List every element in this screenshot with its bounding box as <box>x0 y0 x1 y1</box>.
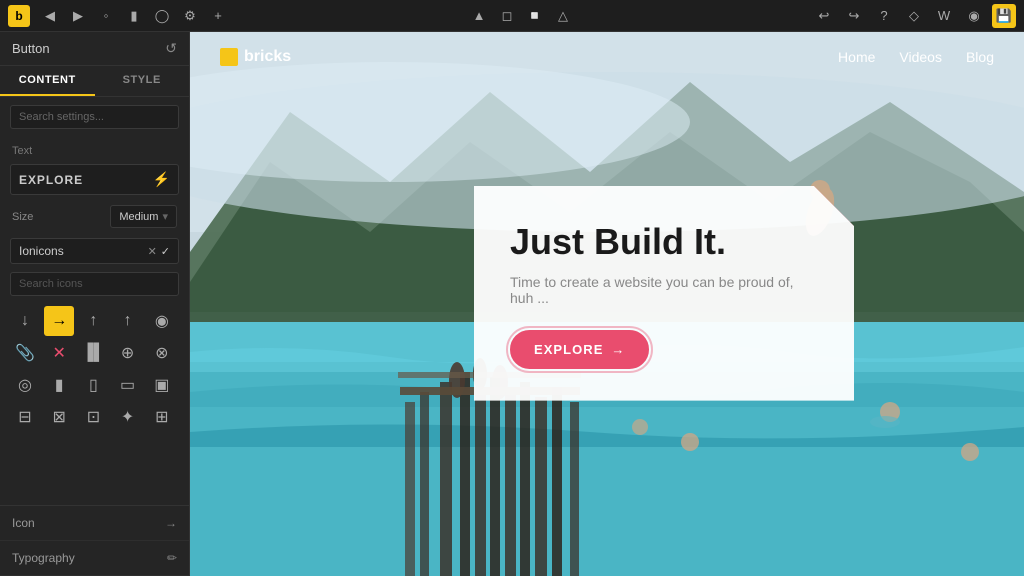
left-panel: Button ↺ CONTENT STYLE Search settings..… <box>0 32 190 576</box>
icon-boat[interactable]: ⊞ <box>147 402 177 432</box>
bricks-logo[interactable]: b <box>8 5 30 27</box>
footer-typography-icon: ✏ <box>167 551 177 565</box>
panel-footer: Icon → Typography ✏ <box>0 505 189 576</box>
icon-battery-dead[interactable]: ▭ <box>113 370 143 400</box>
plugin-button[interactable]: ◇ <box>902 4 926 28</box>
icon-arrow-down[interactable]: ↓ <box>10 306 40 336</box>
hero-card: Just Build It. Time to create a website … <box>474 186 854 401</box>
lightning-icon: ⚡ <box>153 171 170 188</box>
help-button[interactable]: ? <box>872 4 896 28</box>
icon-bluetooth[interactable]: ✦ <box>113 402 143 432</box>
icon-document[interactable]: ▣ <box>147 370 177 400</box>
nav-bar: bricks Home Videos Blog <box>190 32 1024 82</box>
website-preview: bricks Home Videos Blog Just Build It. T… <box>190 32 1024 576</box>
device-tablet[interactable]: ◻ <box>495 4 519 28</box>
panel-tabs: CONTENT STYLE <box>0 66 189 97</box>
nav-link-videos[interactable]: Videos <box>899 49 942 65</box>
icon-lib-check[interactable]: ✓ <box>161 245 170 258</box>
toolbar-btn-settings[interactable]: ⚙ <box>178 4 202 28</box>
tab-style[interactable]: STYLE <box>95 66 190 96</box>
size-select[interactable]: Medium ▾ <box>110 205 177 228</box>
top-toolbar: b ◀ ▶ ◦ ▮ ◯ ⚙ + ▲ ◻ ◽ △ ↩ ↪ ? ◇ W ◉ 💾 <box>0 0 1024 32</box>
toolbar-btn-clock[interactable]: ◯ <box>150 4 174 28</box>
device-split[interactable]: ◽ <box>523 4 547 28</box>
footer-icon-item[interactable]: Icon → <box>0 506 189 541</box>
footer-typography-label: Typography <box>12 551 75 565</box>
icon-battery[interactable]: ▮ <box>44 370 74 400</box>
main-area: Button ↺ CONTENT STYLE Search settings..… <box>0 32 1024 576</box>
view-button[interactable]: ◉ <box>962 4 986 28</box>
nav-link-home[interactable]: Home <box>838 49 875 65</box>
hero-title: Just Build It. <box>510 222 818 262</box>
text-input-value: EXPLORE <box>19 173 83 187</box>
undo-button[interactable]: ↩ <box>812 4 836 28</box>
redo-button[interactable]: ↪ <box>842 4 866 28</box>
device-buttons: ▲ ◻ ◽ △ <box>467 4 575 28</box>
panel-title: Button <box>12 41 50 56</box>
toolbar-right: ↩ ↪ ? ◇ W ◉ 💾 <box>812 4 1016 28</box>
toolbar-btn-grid[interactable]: ◦ <box>94 4 118 28</box>
icon-battery-low[interactable]: ▯ <box>78 370 108 400</box>
icon-bicycle[interactable]: ⊡ <box>78 402 108 432</box>
hero-button-arrow: → <box>611 342 625 357</box>
icon-beer[interactable]: ⊠ <box>44 402 74 432</box>
wp-button[interactable]: W <box>932 4 956 28</box>
icon-arrow-up-alt[interactable]: ↑ <box>113 306 143 336</box>
device-desktop[interactable]: ▲ <box>467 4 491 28</box>
panel-search[interactable]: Search settings... <box>10 105 179 129</box>
toolbar-btn-forward[interactable]: ▶ <box>66 4 90 28</box>
icon-bed[interactable]: ⊟ <box>10 402 40 432</box>
nav-logo-text: bricks <box>244 48 291 66</box>
icon-close-circle[interactable]: ✕ <box>44 338 74 368</box>
footer-icon-label: Icon <box>12 516 35 530</box>
icon-search[interactable]: Search icons <box>10 272 179 296</box>
hero-explore-button[interactable]: EXPLORE → <box>510 330 649 369</box>
size-row: Size Medium ▾ <box>0 199 189 234</box>
nav-links: Home Videos Blog <box>838 49 994 65</box>
panel-header: Button ↺ <box>0 32 189 66</box>
toolbar-btn-add[interactable]: + <box>206 4 230 28</box>
hero-subtitle: Time to create a website you can be prou… <box>510 274 818 306</box>
size-label: Size <box>12 211 33 223</box>
icon-attach[interactable]: 📎 <box>10 338 40 368</box>
icon-at[interactable]: ◉ <box>147 306 177 336</box>
chevron-down-icon: ▾ <box>162 210 168 223</box>
tab-content[interactable]: CONTENT <box>0 66 95 96</box>
nav-logo: bricks <box>220 48 291 66</box>
toolbar-btn-save[interactable]: ▮ <box>122 4 146 28</box>
toolbar-btn-back[interactable]: ◀ <box>38 4 62 28</box>
icon-basket[interactable]: ⊗ <box>147 338 177 368</box>
icon-basketball[interactable]: ◎ <box>10 370 40 400</box>
nav-link-blog[interactable]: Blog <box>966 49 994 65</box>
icon-barcode[interactable]: ▐▌ <box>78 338 108 368</box>
footer-icon-arrow: → <box>165 516 177 530</box>
icon-lib-name: Ionicons <box>19 244 148 258</box>
icon-arrow-right[interactable]: → <box>44 306 74 336</box>
icon-baseball[interactable]: ⊕ <box>113 338 143 368</box>
canvas-area: bricks Home Videos Blog Just Build It. T… <box>190 32 1024 576</box>
icon-grid: ↓ → ↑ ↑ ◉ 📎 ✕ ▐▌ ⊕ ⊗ ◎ ▮ ▯ ▭ ▣ ⊟ ⊠ ⊡ ✦ ⊞ <box>0 300 189 438</box>
icon-library-row: Ionicons ✕ ✓ <box>10 238 179 264</box>
text-input-row[interactable]: EXPLORE ⚡ <box>10 164 179 195</box>
icon-lib-close[interactable]: ✕ <box>148 245 157 258</box>
footer-typography-item[interactable]: Typography ✏ <box>0 541 189 576</box>
nav-logo-icon <box>220 48 238 66</box>
save-button[interactable]: 💾 <box>992 4 1016 28</box>
device-mobile[interactable]: △ <box>551 4 575 28</box>
hero-button-label: EXPLORE <box>534 342 603 357</box>
toolbar-left: b ◀ ▶ ◦ ▮ ◯ ⚙ + <box>8 4 230 28</box>
text-section-label: Text <box>0 137 189 160</box>
size-value: Medium <box>119 211 158 223</box>
panel-refresh-icon[interactable]: ↺ <box>165 40 177 57</box>
icon-arrow-up[interactable]: ↑ <box>78 306 108 336</box>
